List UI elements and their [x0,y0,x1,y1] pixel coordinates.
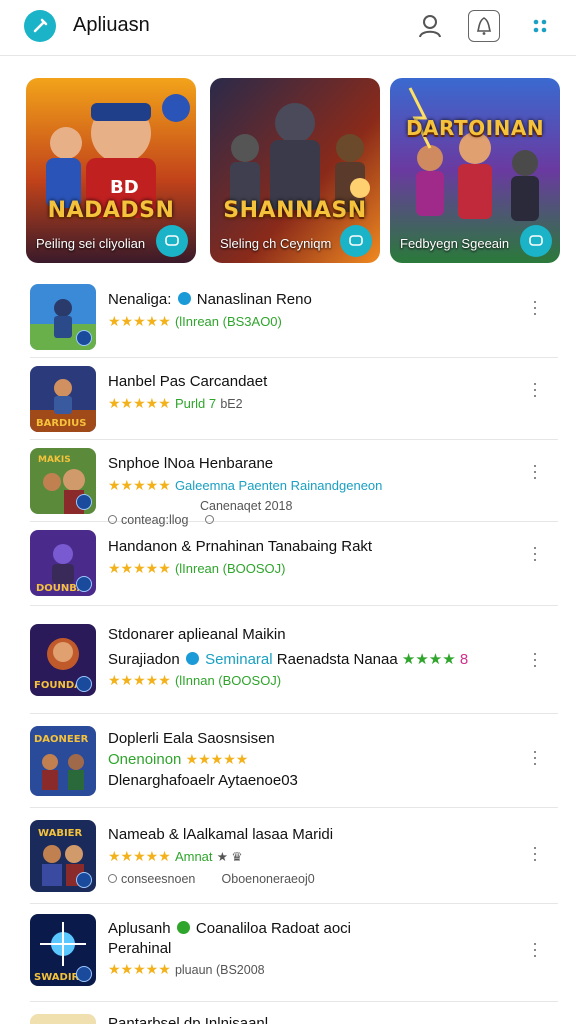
more-options-icon[interactable]: · · · [530,644,540,674]
app-title: Aplusanh [108,920,171,937]
more-options-icon[interactable]: · · · [530,538,540,568]
app-thumbnail: DOUNBA [30,530,96,596]
app-developer: Nanaslinan Reno [196,291,312,308]
app-date: Oboenoneraeoj0 [221,872,315,886]
app-meta-highlight: Galeemna Paenten Rainandgeneon [174,478,383,493]
app-thumbnail [30,284,96,350]
app-thumbnail [30,1014,96,1024]
more-options-icon[interactable]: · · · [530,934,540,964]
more-options-icon[interactable]: · · · [530,742,540,772]
top-app-bar: Apliuasn [0,0,576,56]
featured-card[interactable]: SHANNASN Sleling ch Ceyniqm [210,78,380,263]
app-title: Pantarbsel dp Inlnisaanl [108,1015,269,1024]
app-thumbnail: DAONEER [30,726,96,796]
more-options-icon[interactable]: · · · [530,374,540,404]
verified-icon [185,652,199,665]
list-item[interactable]: Pantarbsel dp Inlnisaanl [30,1012,558,1024]
grid-menu-icon[interactable] [524,10,556,42]
app-category: Seminaral [205,651,273,668]
list-item[interactable]: SWADIRI Aplusanh Coanaliloa Radoat aoci … [30,904,558,1002]
rating-stars: ★★★★★ [108,395,171,411]
featured-card-caption: Fedbyegn Sgeeain [400,236,510,251]
list-item[interactable]: MAKIS Snphoe lNoa Henbarane ★★★★★ Galeem… [30,440,558,527]
app-logo-icon[interactable] [24,10,56,42]
chat-icon[interactable] [340,225,372,257]
list-item[interactable]: WABIER Nameab & lAalkamal lasaa Maridi ★… [30,808,558,904]
app-title: Stdonarer aplieanal Maikin [108,626,286,643]
badge-icon [76,872,92,888]
app-developer: Coanaliloa Radoat aoci [195,920,352,937]
svg-text:MAKIS: MAKIS [38,455,71,465]
featured-card-caption: Sleling ch Ceyniqm [220,236,332,251]
badge-icon [76,330,92,346]
app-title: Nenaliga: [108,291,172,308]
svg-text:WABIER: WABIER [38,828,82,839]
app-meta: bE2 [220,397,243,411]
notification-icon[interactable] [468,10,500,42]
app-meta-highlight: Amnat [174,849,213,864]
list-item[interactable]: BARDIUS Hanbel Pas Carcandaet ★★★★★ Purl… [30,358,558,440]
badge-icon [76,966,92,982]
app-thumbnail: MAKIS [30,448,96,514]
app-subtitle: Surajiadon [108,651,180,668]
app-meta: (lInnan (BOOSOJ) [174,673,282,688]
app-sub-info: conseesnoen [121,872,196,886]
featured-card-title: DARTOINAN [405,116,545,140]
app-title: Nameab & lAalkamal lasaa Maridi [108,826,334,843]
app-category: Onenoinon [108,751,182,768]
list-item[interactable]: DAONEER Doplerli Eala Saosnsisen Onenoin… [30,714,558,808]
app-meta: ★ ♛ [216,850,243,864]
app-thumbnail: SWADIRI [30,914,96,986]
svg-text:DAONEER: DAONEER [34,734,89,745]
more-options-icon[interactable]: · · · [530,292,540,322]
rating-stars: ★★★★★ [108,848,171,864]
featured-card-caption: Peiling sei cliyolian [36,236,146,251]
featured-card-title: SHANNASN [223,198,367,223]
rating-stars: ★★★★★ [108,560,171,576]
more-options-icon[interactable]: · · · [530,838,540,868]
rating-stars: ★★★★★ [108,477,171,493]
app-developer: Raenadsta Nanaa [276,651,398,668]
app-title: Doplerli Eala Saosnsisen [108,730,275,747]
app-meta-highlight: Purld 7 [174,396,217,411]
app-meta: (lInrean (BOOSOJ) [174,561,286,576]
rating-stars: ★★★★★ [108,961,171,977]
more-options-icon[interactable]: · · · [530,456,540,486]
verified-icon [177,292,191,305]
featured-card[interactable]: BD NADADSN Peiling sei cliyolian [26,78,196,263]
badge-icon [76,494,92,510]
featured-card[interactable]: DARTOINAN Fedbyegn Sgeeain [390,78,560,263]
app-title: Hanbel Pas Carcandaet [108,373,268,390]
list-item[interactable]: Nenaliga: Nanaslinan Reno ★★★★★ (lInrean… [30,276,558,358]
circle-icon [108,874,117,883]
rating-stars: ★★★★★ [185,751,249,767]
rating-stars-small: ★★★★ [401,651,456,668]
verified-icon [176,921,190,934]
rating-stars: ★★★★★ [108,313,171,329]
list-item[interactable]: DOUNBA Handanon & Prnahinan Tanabaing Ra… [30,522,558,606]
badge-icon [76,576,92,592]
app-title-line2: Perahinal [108,940,172,957]
chat-icon[interactable] [520,225,552,257]
app-meta: pluaun (BS2008 [174,963,265,977]
badge-icon [76,676,92,692]
app-sub-info: Dlenarghafoaelr Aytaenoe03 [108,772,298,789]
app-thumbnail: WABIER [30,820,96,892]
featured-card-title: NADADSN [47,198,175,223]
app-tag: 8 [459,651,469,668]
app-thumbnail: FOUNDAB [30,624,96,696]
app-meta: (lInrean (BS3AO0) [174,314,282,329]
rating-stars: ★★★★★ [108,672,171,688]
profile-icon[interactable] [414,10,446,42]
app-title: Handanon & Prnahinan Tanabaing Rakt [108,538,373,555]
app-title: Apliuasn [73,14,150,36]
app-thumbnail: BARDIUS [30,366,96,432]
svg-text:BD: BD [110,177,139,198]
list-item[interactable]: FOUNDAB Stdonarer aplieanal Maikin Suraj… [30,606,558,714]
featured-carousel: BD NADADSN Peiling sei cliyolian SHANNAS… [26,78,560,263]
app-title: Snphoe lNoa Henbarane [108,455,274,472]
svg-text:BARDIUS: BARDIUS [36,418,86,429]
chat-icon[interactable] [156,225,188,257]
